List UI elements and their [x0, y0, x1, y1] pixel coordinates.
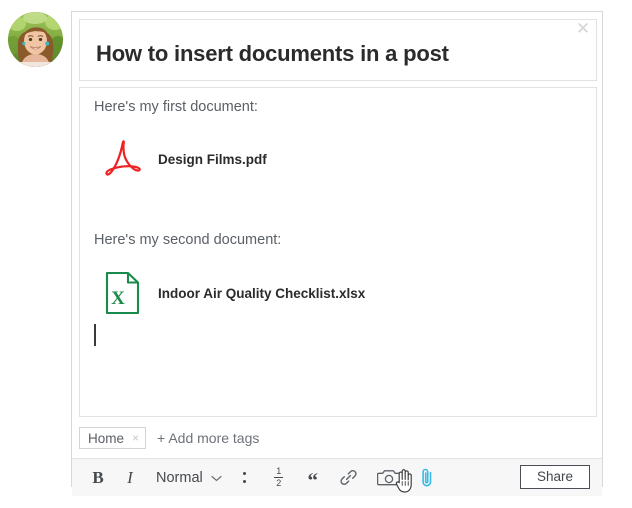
add-more-tags-button[interactable]: + Add more tags	[157, 430, 259, 446]
camera-icon	[376, 470, 401, 486]
link-button[interactable]	[330, 459, 368, 497]
text-style-value: Normal	[156, 469, 203, 486]
attachment-xlsx[interactable]: X Indoor Air Quality Checklist.xlsx	[102, 270, 365, 316]
tag-chip-home[interactable]: Home ×	[79, 427, 147, 449]
bullet-list-icon	[243, 472, 247, 483]
numbered-list-button[interactable]: 1 2	[262, 459, 296, 497]
avatar[interactable]	[8, 12, 63, 67]
avatar-image	[8, 12, 63, 67]
body-text-line-2: Here's my second document:	[94, 232, 282, 248]
chevron-down-icon	[211, 470, 222, 486]
tag-label: Home	[88, 430, 125, 446]
close-icon[interactable]: ✕	[572, 18, 594, 40]
paperclip-icon	[422, 468, 432, 486]
bullet-list-button[interactable]	[228, 459, 262, 497]
attachment-filename: Design Films.pdf	[158, 151, 267, 167]
post-title-field[interactable]: How to insert documents in a post	[79, 19, 597, 81]
link-icon	[340, 470, 357, 485]
excel-file-icon: X	[105, 271, 140, 315]
page-title[interactable]: How to insert documents in a post	[96, 41, 449, 67]
blockquote-button[interactable]: “	[296, 456, 330, 500]
italic-button[interactable]: I	[114, 459, 146, 497]
attachment-filename: Indoor Air Quality Checklist.xlsx	[158, 285, 366, 301]
tags-row: Home × + Add more tags	[79, 423, 597, 453]
post-body-editor[interactable]: Here's my first document: Design Films.p…	[79, 87, 597, 417]
bold-button[interactable]: B	[82, 459, 114, 497]
attach-file-button[interactable]	[410, 459, 444, 497]
attachment-pdf[interactable]: Design Films.pdf	[102, 136, 267, 182]
share-button[interactable]: Share	[520, 465, 590, 489]
tag-remove-icon[interactable]: ×	[132, 432, 139, 444]
adobe-pdf-icon	[105, 140, 141, 176]
text-style-dropdown[interactable]: Normal	[146, 459, 228, 497]
insert-image-button[interactable]	[368, 459, 410, 497]
numbered-list-icon: 1 2	[274, 466, 284, 488]
text-caret	[94, 324, 96, 346]
svg-text:X: X	[111, 288, 125, 309]
body-text-line-1: Here's my first document:	[94, 99, 258, 115]
post-composer-panel: How to insert documents in a post ✕ Here…	[71, 11, 603, 496]
